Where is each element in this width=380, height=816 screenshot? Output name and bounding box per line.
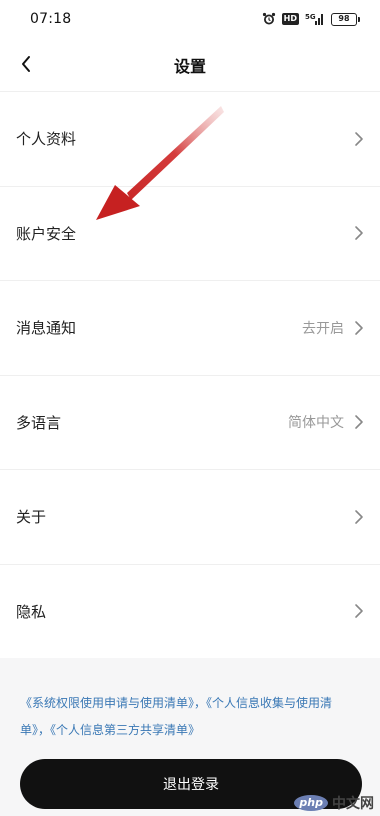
svg-text:5G: 5G xyxy=(305,13,316,21)
policy-link-third-party-sharing[interactable]: 《个人信息第三方共享清单》 xyxy=(50,723,200,737)
signal-icon: 5G xyxy=(305,12,325,26)
settings-item-value: 简体中文 xyxy=(288,415,344,432)
settings-page: 07:18 HD 5G 98 设置 个人资料 账户安全 消息通知 去开启 多语言… xyxy=(0,0,380,816)
chevron-right-icon xyxy=(354,414,364,430)
nav-bar: 设置 xyxy=(0,40,380,92)
status-time: 07:18 xyxy=(30,11,72,27)
settings-item-label: 关于 xyxy=(16,508,47,527)
policy-separator: ， xyxy=(38,723,51,737)
alarm-icon xyxy=(262,12,276,26)
policy-links: 《系统权限使用申请与使用清单》，《个人信息收集与使用清单》，《个人信息第三方共享… xyxy=(20,690,362,744)
policy-link-system-permissions[interactable]: 《系统权限使用申请与使用清单》 xyxy=(20,696,194,710)
status-bar: 07:18 HD 5G 98 xyxy=(0,0,380,40)
battery-icon: 98 xyxy=(331,12,360,26)
settings-item-label: 多语言 xyxy=(16,413,62,432)
page-title: 设置 xyxy=(173,57,206,76)
watermark-logo: php 中文网 xyxy=(294,792,374,814)
settings-item-profile[interactable]: 个人资料 xyxy=(0,92,380,187)
chevron-right-icon xyxy=(354,509,364,525)
settings-item-label: 账户安全 xyxy=(16,224,77,243)
settings-item-value: 去开启 xyxy=(302,320,344,337)
settings-item-about[interactable]: 关于 xyxy=(0,470,380,565)
settings-item-label: 个人资料 xyxy=(16,130,77,149)
policy-separator: ， xyxy=(194,696,207,710)
settings-item-label: 消息通知 xyxy=(16,319,77,338)
status-icons: HD 5G 98 xyxy=(262,10,360,28)
chevron-right-icon xyxy=(354,131,364,147)
battery-level: 98 xyxy=(331,12,357,26)
hd-icon: HD xyxy=(281,13,299,25)
settings-item-account-security[interactable]: 账户安全 xyxy=(0,187,380,281)
chevron-right-icon xyxy=(354,603,364,619)
battery-tip xyxy=(358,16,360,22)
settings-item-privacy[interactable]: 隐私 xyxy=(0,565,380,659)
chevron-right-icon xyxy=(354,320,364,336)
watermark-text: 中文网 xyxy=(332,796,374,812)
settings-list: 个人资料 账户安全 消息通知 去开启 多语言 简体中文 关于 隐私 xyxy=(0,92,380,659)
settings-item-label: 隐私 xyxy=(16,602,47,621)
chevron-right-icon xyxy=(354,225,364,241)
watermark-badge: php xyxy=(294,795,328,811)
settings-item-language[interactable]: 多语言 简体中文 xyxy=(0,376,380,470)
settings-item-notifications[interactable]: 消息通知 去开启 xyxy=(0,281,380,376)
